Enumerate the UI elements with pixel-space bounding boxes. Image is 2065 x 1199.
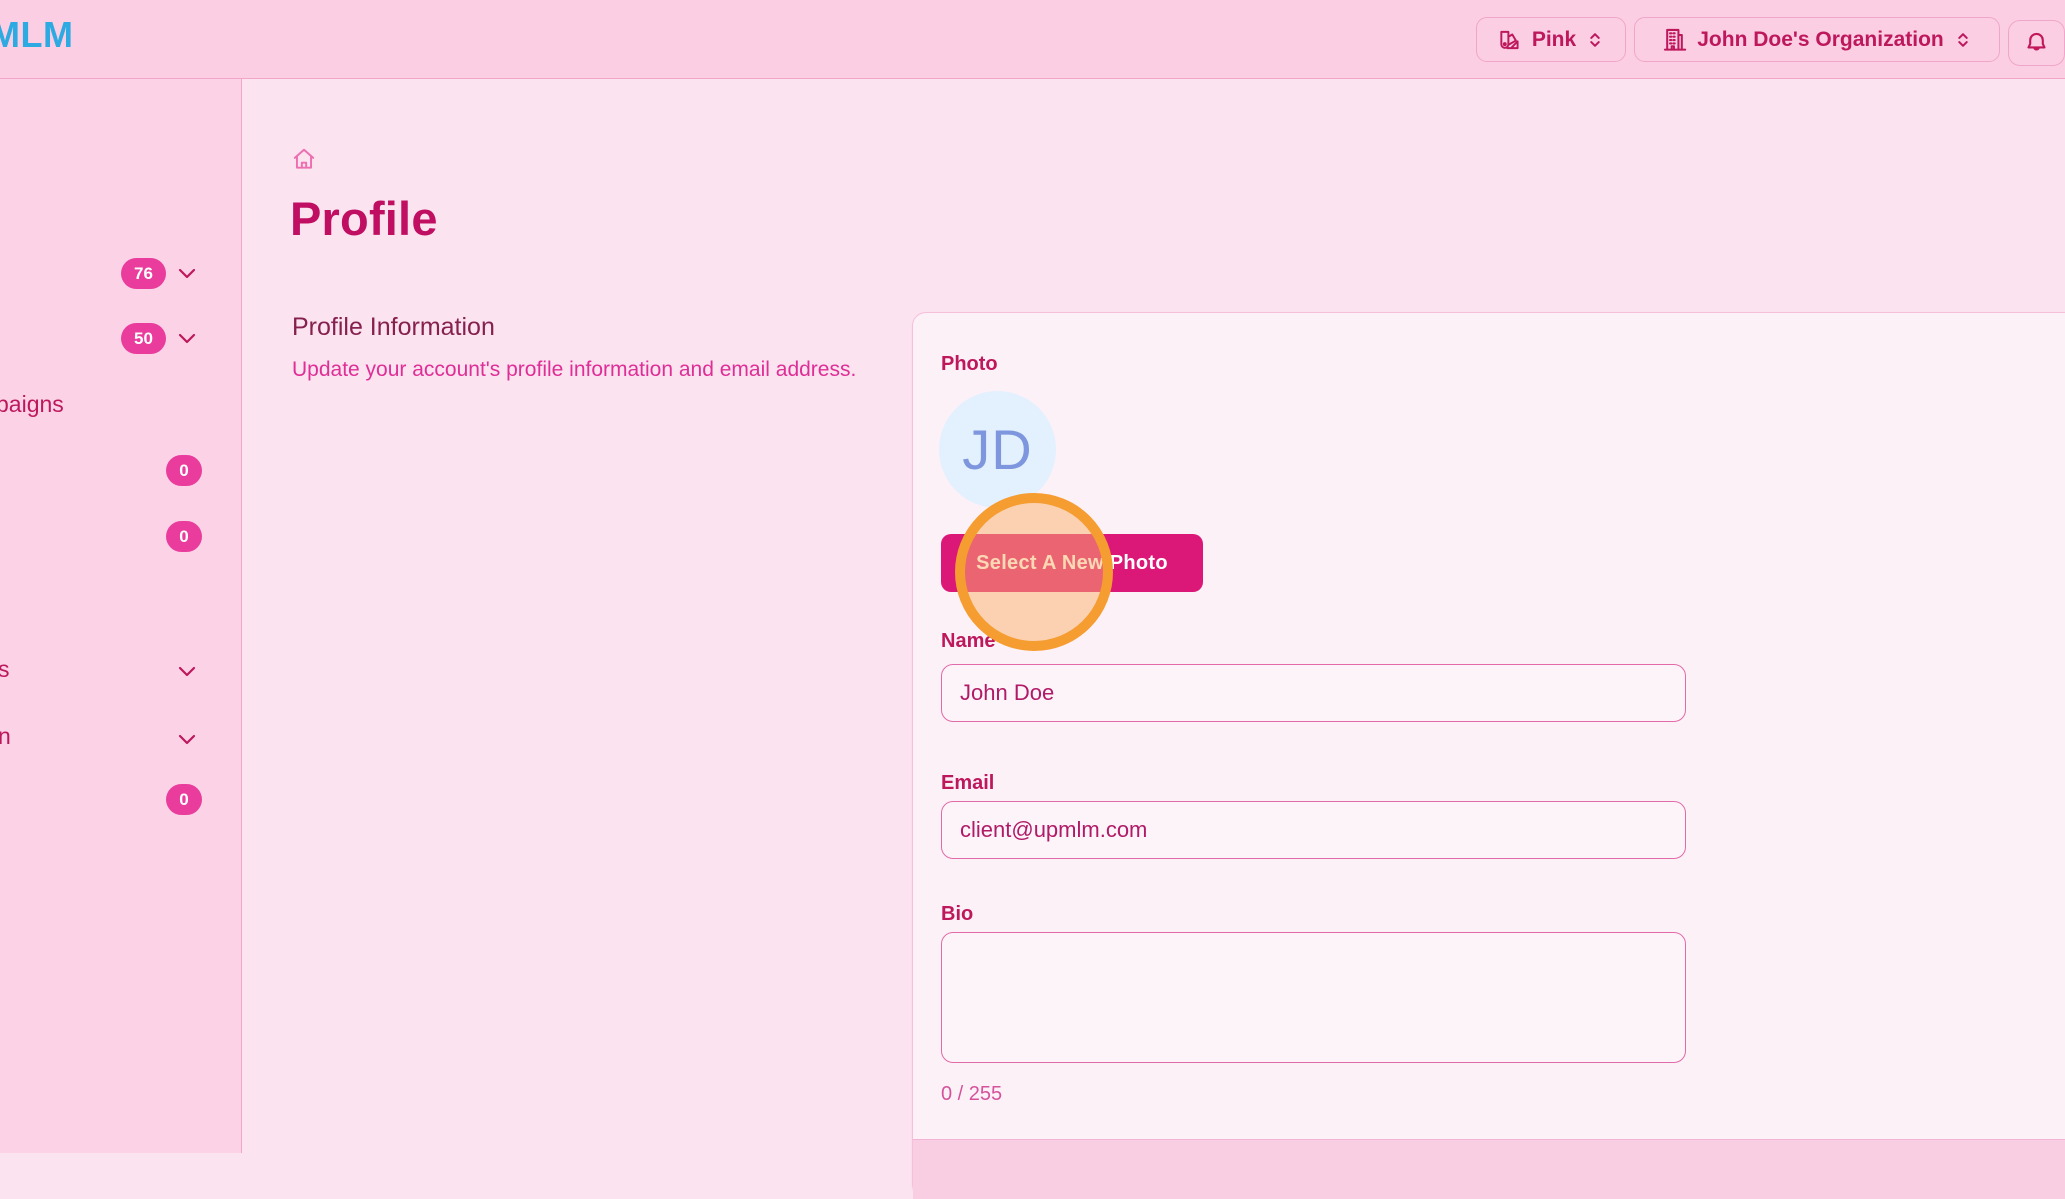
select-new-photo-button[interactable]: Select A New Photo — [941, 534, 1203, 592]
bio-textarea[interactable] — [941, 932, 1686, 1063]
section-title: Profile Information — [292, 313, 495, 342]
sidebar-badge[interactable]: 0 — [166, 784, 202, 815]
bell-icon — [2023, 30, 2050, 57]
avatar: JD — [939, 391, 1056, 508]
bio-counter: 0 / 255 — [941, 1083, 1002, 1106]
card-footer — [913, 1139, 2065, 1199]
chevron-down-icon[interactable] — [175, 261, 199, 285]
bio-label: Bio — [941, 903, 973, 926]
name-label: Name — [941, 630, 995, 653]
organization-switcher-button[interactable]: John Doe's Organization — [1634, 17, 2000, 62]
name-input[interactable] — [941, 664, 1686, 722]
photo-label: Photo — [941, 353, 998, 376]
organization-label: John Doe's Organization — [1697, 28, 1944, 52]
notifications-button[interactable] — [2008, 20, 2065, 66]
profile-card: Photo JD Select A New Photo Name Email B… — [912, 312, 2065, 1198]
chevron-down-icon[interactable] — [175, 659, 199, 683]
home-icon — [291, 146, 317, 172]
building-icon — [1661, 26, 1688, 53]
chevron-up-down-icon — [1585, 30, 1605, 50]
sidebar-badge[interactable]: 0 — [166, 455, 202, 486]
page-title: Profile — [290, 191, 438, 246]
sidebar: 76 50 paigns 0 0 s n 0 — [0, 79, 242, 1153]
email-label: Email — [941, 772, 994, 795]
sidebar-item-label[interactable]: n — [0, 723, 11, 750]
email-input[interactable] — [941, 801, 1686, 859]
sidebar-badge[interactable]: 76 — [121, 258, 166, 289]
theme-label: Pink — [1532, 28, 1576, 52]
app-logo[interactable]: MLM — [0, 14, 73, 56]
main-content: Profile Profile Information Update your … — [242, 79, 2065, 1153]
sidebar-item-label[interactable]: paigns — [0, 391, 64, 418]
theme-switcher-button[interactable]: Pink — [1476, 17, 1626, 62]
breadcrumb-home[interactable] — [291, 146, 317, 172]
chevron-down-icon[interactable] — [175, 326, 199, 350]
sidebar-item-label[interactable]: s — [0, 656, 10, 683]
swatch-icon — [1497, 27, 1523, 53]
sidebar-badge[interactable]: 50 — [121, 323, 166, 354]
chevron-down-icon[interactable] — [175, 727, 199, 751]
chevron-up-down-icon — [1953, 30, 1973, 50]
avatar-initials: JD — [962, 417, 1032, 482]
section-description: Update your account's profile informatio… — [292, 358, 856, 382]
sidebar-badge[interactable]: 0 — [166, 521, 202, 552]
top-bar: MLM Pink John Doe's — [0, 0, 2065, 79]
